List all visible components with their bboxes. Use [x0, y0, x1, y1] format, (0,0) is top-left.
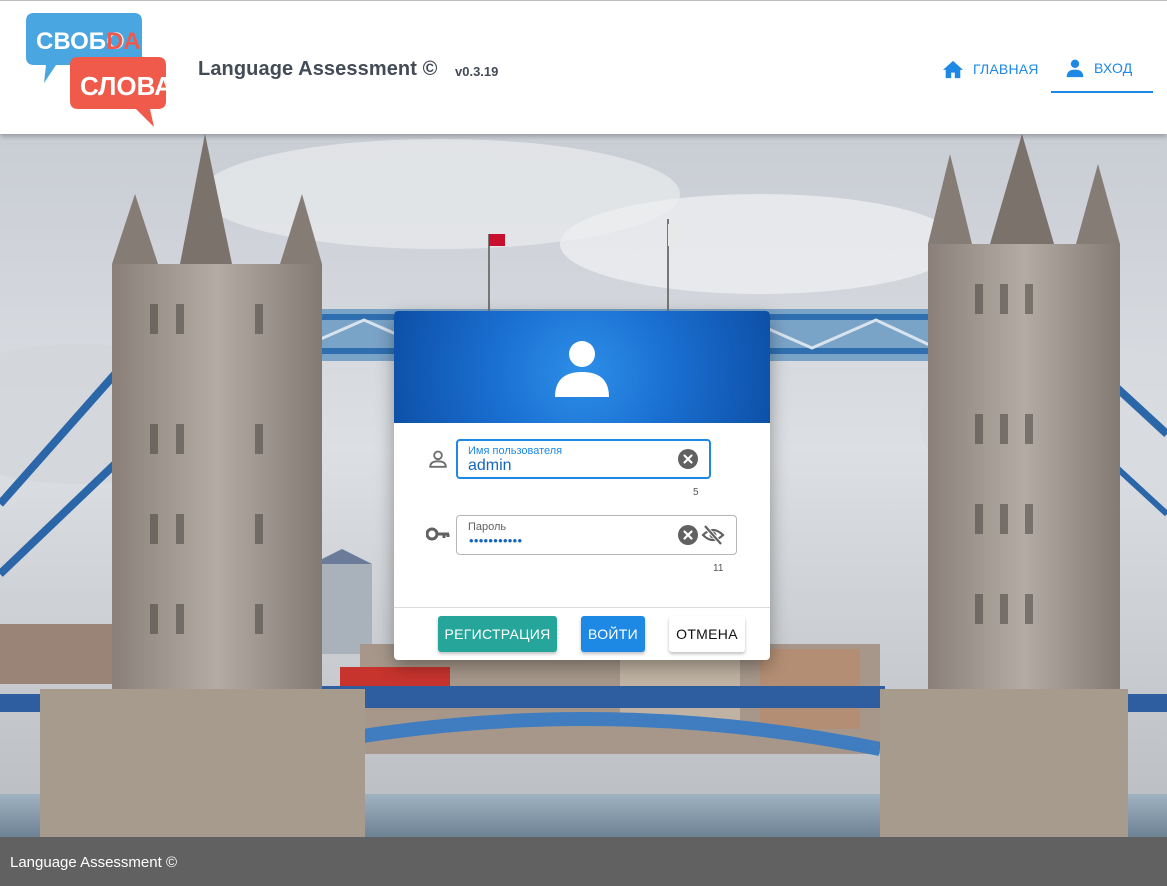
- svoboda-slova-logo[interactable]: СВОБО DA СЛОВА: [26, 9, 173, 129]
- app-title: Language Assessment ©: [198, 58, 438, 80]
- cancel-button[interactable]: ОТМЕНА: [669, 616, 745, 652]
- nav-home-label: ГЛАВНАЯ: [973, 61, 1039, 77]
- logo-line2: СЛОВА: [80, 71, 168, 101]
- password-value[interactable]: •••••••••••: [469, 533, 522, 548]
- login-button[interactable]: ВОЙТИ: [581, 616, 645, 652]
- app-header: СВОБО DA СЛОВА Language Assessment © v0.…: [0, 0, 1167, 134]
- nav-login-label: ВХОД: [1094, 60, 1133, 76]
- person-icon: [1066, 59, 1084, 78]
- toggle-password-visibility-button[interactable]: [701, 524, 725, 551]
- username-char-counter: 5: [693, 487, 699, 498]
- close-icon: [683, 454, 693, 464]
- app-version: v0.3.19: [455, 64, 499, 79]
- password-label: Пароль: [468, 521, 507, 533]
- login-dialog: Имя пользователя admin 5 Пароль ••••••••…: [394, 311, 770, 660]
- register-button[interactable]: РЕГИСТРАЦИЯ: [438, 616, 557, 652]
- username-value[interactable]: admin: [468, 457, 512, 475]
- login-banner: [394, 311, 770, 423]
- clear-password-button[interactable]: [678, 525, 698, 545]
- app-footer: Language Assessment ©: [0, 837, 1167, 886]
- person-outline-icon: [429, 450, 447, 468]
- clear-username-button[interactable]: [678, 449, 698, 469]
- nav-login-link[interactable]: ВХОД: [1051, 45, 1153, 93]
- card-divider: [394, 607, 770, 608]
- close-icon: [683, 530, 693, 540]
- username-label: Имя пользователя: [468, 445, 563, 457]
- password-char-counter: 11: [713, 563, 724, 574]
- nav-home-link[interactable]: ГЛАВНАЯ: [928, 45, 1053, 93]
- eye-off-icon: [701, 524, 725, 546]
- home-icon: [943, 60, 963, 79]
- account-avatar-icon: [555, 341, 609, 397]
- logo-line1-accent: DA: [106, 28, 141, 55]
- password-field[interactable]: Пароль •••••••••••: [456, 515, 737, 555]
- key-icon: [426, 527, 450, 541]
- footer-text: Language Assessment ©: [10, 854, 177, 871]
- username-field[interactable]: Имя пользователя admin: [456, 439, 711, 479]
